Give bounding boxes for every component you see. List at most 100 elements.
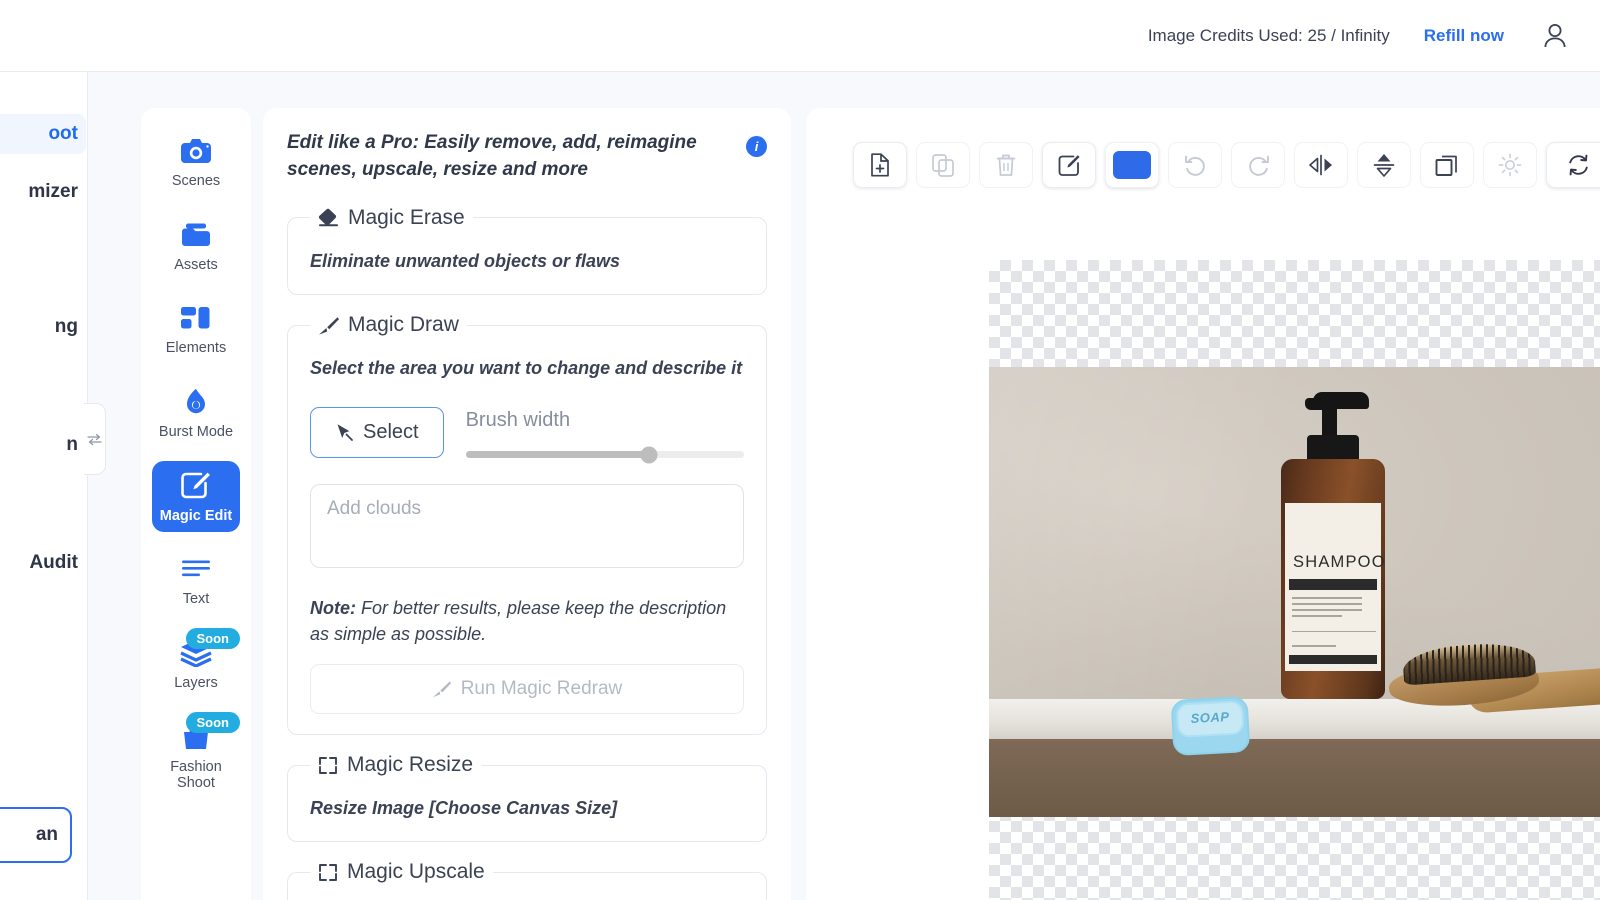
info-icon[interactable]: i bbox=[746, 136, 767, 157]
rail-item-assets[interactable]: Assets bbox=[152, 210, 240, 282]
magic-resize-legend: Magic Resize bbox=[310, 753, 481, 777]
brush-width-label: Brush width bbox=[465, 409, 571, 432]
rail-item-scenes[interactable]: Scenes bbox=[152, 126, 240, 198]
add-image-icon bbox=[871, 153, 889, 177]
hairbrush[interactable] bbox=[1387, 639, 1600, 714]
brush-icon bbox=[432, 681, 451, 698]
refresh-icon bbox=[1569, 154, 1588, 176]
color-swatch bbox=[1113, 151, 1151, 179]
eraser-icon bbox=[318, 209, 338, 227]
magic-draw-prompt-input[interactable] bbox=[310, 484, 744, 569]
panel-intro-text: Edit like a Pro: Easily remove, add, rei… bbox=[287, 132, 697, 180]
edit-icon bbox=[1058, 154, 1080, 176]
redo-button[interactable] bbox=[1231, 142, 1285, 188]
soon-badge: Soon bbox=[185, 711, 240, 733]
soon-badge: Soon bbox=[185, 628, 240, 650]
camera-icon bbox=[179, 136, 213, 166]
magic-erase-section[interactable]: Magic Erase Eliminate unwanted objects o… bbox=[287, 205, 767, 296]
brush-width-slider[interactable] bbox=[465, 446, 744, 464]
brightness-icon bbox=[1498, 153, 1522, 177]
brightness-button[interactable] bbox=[1483, 142, 1537, 188]
canvas-area: Reset SHAMPOO bbox=[806, 108, 1600, 900]
brush-width-slider-thumb[interactable] bbox=[640, 446, 658, 464]
nav-item-4[interactable]: Audit bbox=[0, 543, 86, 583]
reset-button[interactable]: Reset bbox=[1546, 142, 1600, 188]
rail-item-label: Scenes bbox=[171, 173, 221, 189]
nav-item-2[interactable]: ng bbox=[0, 307, 86, 347]
select-area-button[interactable]: Select bbox=[310, 407, 444, 459]
magic-erase-title: Magic Erase bbox=[348, 205, 465, 229]
select-area-label: Select bbox=[363, 421, 419, 444]
tool-rail: Scenes Assets Elements Burst Mode Magic … bbox=[141, 108, 251, 900]
rail-item-label: Fashion Shoot bbox=[170, 758, 222, 792]
artboard[interactable]: SHAMPOO SOAP bbox=[989, 260, 1600, 900]
panel-intro: Edit like a Pro: Easily remove, add, rei… bbox=[287, 130, 767, 184]
nav-item-label: Audit bbox=[29, 552, 78, 573]
label-divider bbox=[1292, 631, 1376, 632]
nav-item-label: oot bbox=[48, 123, 78, 144]
label-bar-top bbox=[1289, 579, 1377, 590]
shampoo-label: SHAMPOO bbox=[1285, 503, 1385, 671]
flip-vertical-button[interactable] bbox=[1357, 142, 1411, 188]
canvas-toolbar: Reset bbox=[853, 142, 1600, 188]
upgrade-plan-button[interactable]: an bbox=[0, 807, 72, 863]
magic-upscale-legend: Magic Upscale bbox=[310, 860, 493, 884]
refill-now-link[interactable]: Refill now bbox=[1424, 26, 1504, 46]
wood-counter bbox=[989, 739, 1600, 817]
expand-icon bbox=[319, 756, 337, 774]
magic-draw-section: Magic Draw Select the area you want to c… bbox=[287, 313, 767, 736]
undo-button[interactable] bbox=[1168, 142, 1222, 188]
note-prefix: Note: bbox=[310, 598, 356, 619]
rail-item-label: Layers bbox=[174, 675, 218, 692]
rail-item-magic-edit[interactable]: Magic Edit bbox=[152, 460, 240, 533]
soap-sticker[interactable]: SOAP bbox=[1170, 696, 1251, 756]
blocks-icon bbox=[179, 303, 213, 333]
nav-item-0[interactable]: oot bbox=[0, 114, 86, 154]
nav-item-1[interactable]: mizer bbox=[0, 172, 86, 212]
magic-draw-controls: Select Brush width bbox=[310, 407, 744, 464]
brush-icon bbox=[319, 316, 339, 335]
product-photo[interactable]: SHAMPOO SOAP bbox=[989, 367, 1600, 817]
pencil-square-icon bbox=[179, 471, 213, 501]
copy-button[interactable] bbox=[916, 142, 970, 188]
label-line-2 bbox=[1292, 603, 1362, 605]
magic-resize-title: Magic Resize bbox=[347, 753, 474, 777]
rail-item-burst-mode[interactable]: Burst Mode bbox=[152, 377, 240, 449]
rail-item-fashion-shoot[interactable]: Soon Fashion Shoot bbox=[152, 711, 240, 800]
rail-item-text[interactable]: Text bbox=[152, 544, 240, 616]
rail-item-elements[interactable]: Elements bbox=[152, 293, 240, 365]
magic-upscale-section[interactable]: Magic Upscale bbox=[287, 860, 767, 900]
duplicate-button[interactable] bbox=[1420, 142, 1474, 188]
add-image-button[interactable] bbox=[853, 142, 907, 188]
run-magic-redraw-label: Run Magic Redraw bbox=[460, 678, 623, 700]
brush-width-slider-fill bbox=[465, 451, 650, 459]
rail-item-label: Magic Edit bbox=[159, 507, 233, 524]
magic-resize-section[interactable]: Magic Resize Resize Image [Choose Canvas… bbox=[287, 753, 767, 843]
label-line-1 bbox=[1292, 597, 1362, 599]
delete-button[interactable] bbox=[979, 142, 1033, 188]
rail-item-layers[interactable]: Soon Layers bbox=[152, 628, 240, 700]
color-swatch-button[interactable] bbox=[1105, 142, 1159, 188]
account-avatar-button[interactable] bbox=[1538, 19, 1572, 53]
run-magic-redraw-button[interactable]: Run Magic Redraw bbox=[310, 664, 744, 715]
note-text: For better results, please keep the desc… bbox=[310, 598, 727, 645]
flip-horizontal-icon bbox=[1309, 154, 1332, 176]
redo-icon bbox=[1248, 155, 1269, 176]
shampoo-bottle[interactable]: SHAMPOO bbox=[1281, 389, 1385, 699]
sidebar-collapse-handle[interactable] bbox=[84, 403, 106, 475]
bottle-body: SHAMPOO bbox=[1281, 459, 1385, 699]
flip-horizontal-button[interactable] bbox=[1294, 142, 1348, 188]
label-line-4 bbox=[1292, 615, 1342, 617]
expand-icon bbox=[319, 863, 337, 881]
nav-item-3[interactable]: n bbox=[0, 425, 86, 465]
shampoo-label-text: SHAMPOO bbox=[1293, 553, 1386, 571]
label-line-5 bbox=[1292, 645, 1336, 647]
magic-draw-description: Select the area you want to change and d… bbox=[310, 358, 743, 379]
rail-item-label: Assets bbox=[174, 256, 218, 273]
flame-icon bbox=[179, 387, 213, 417]
magic-draw-legend: Magic Draw bbox=[310, 313, 467, 337]
rail-item-label: Elements bbox=[165, 340, 227, 357]
edit-button[interactable] bbox=[1042, 142, 1096, 188]
cursor-select-icon bbox=[337, 424, 353, 442]
magic-draw-title: Magic Draw bbox=[348, 313, 459, 337]
